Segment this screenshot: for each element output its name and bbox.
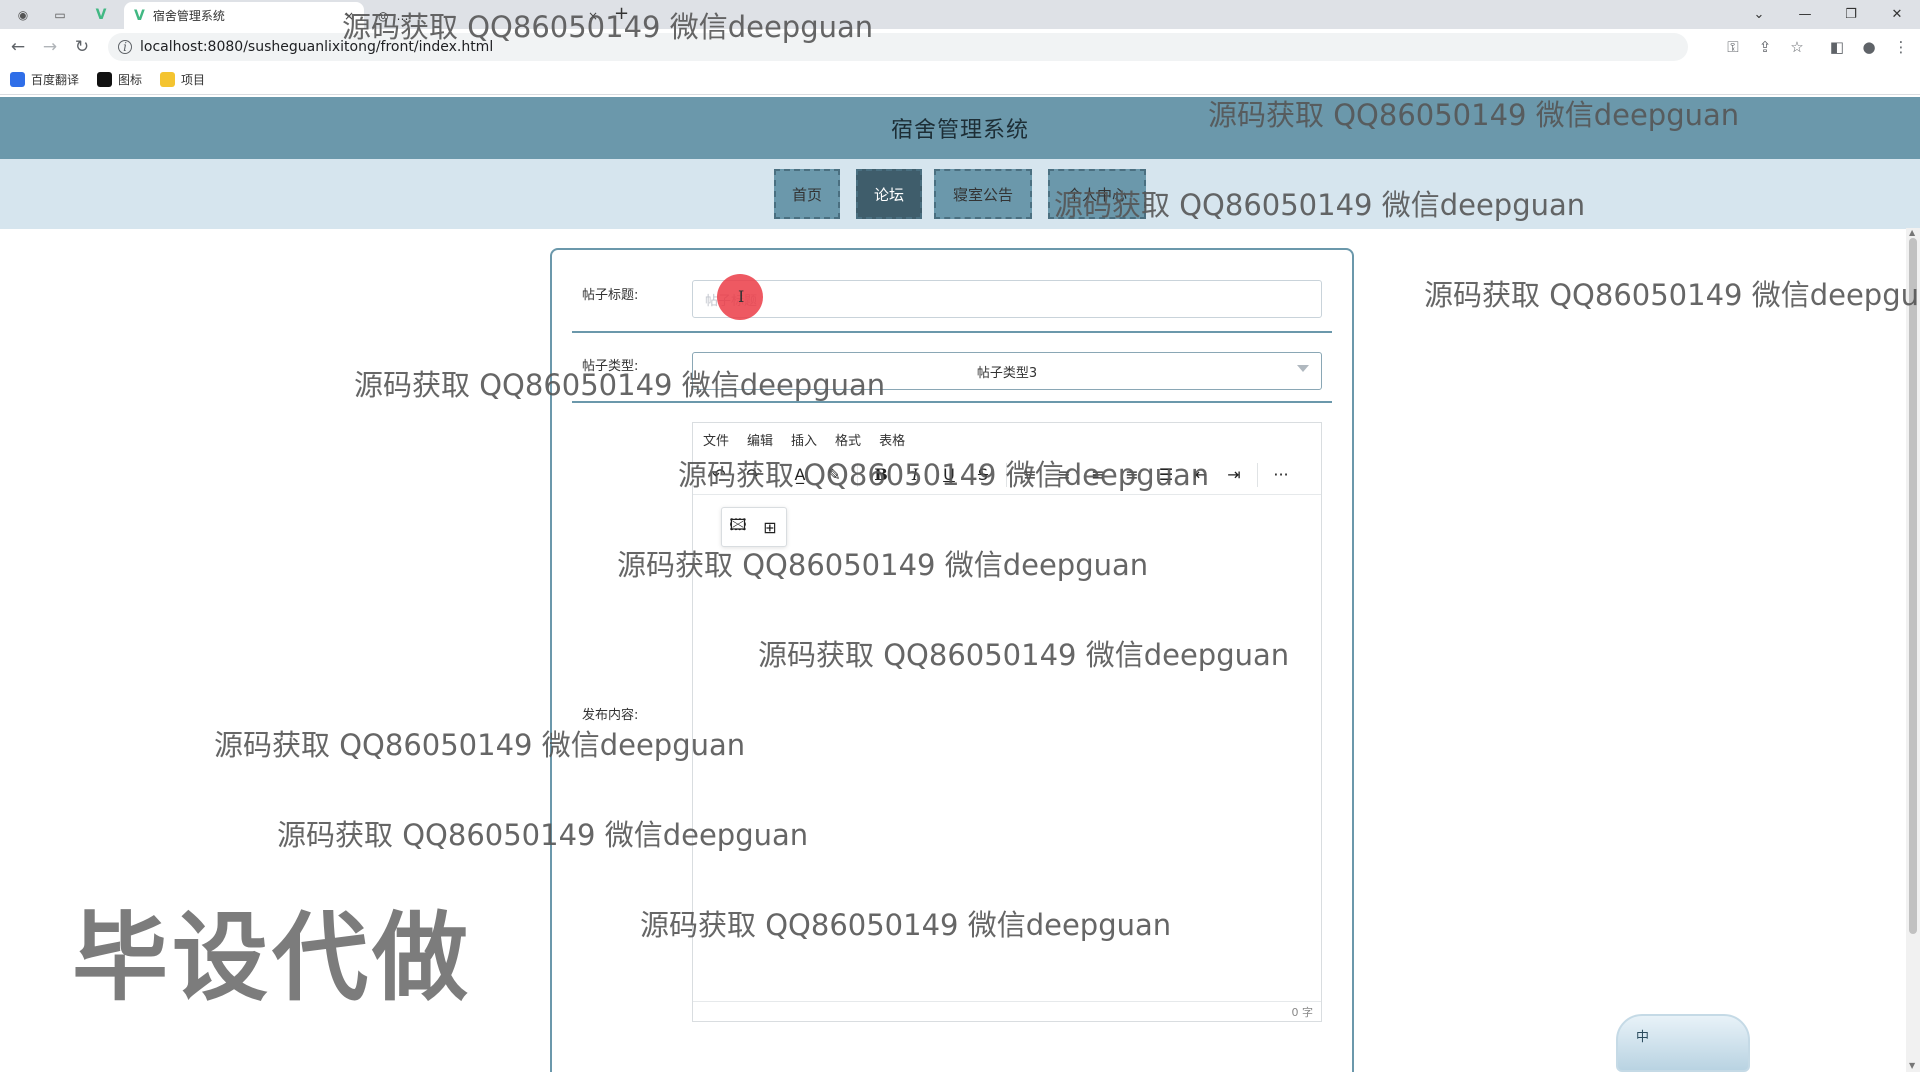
page-scrollbar[interactable]: ▲ ▼	[1906, 228, 1920, 1072]
editor-statusbar: 0 字	[693, 1001, 1321, 1021]
watermark: 源码获取 QQ86050149 微信deepguan	[1208, 98, 1740, 132]
bookmarks-bar: 百度翻译 图标 项目	[0, 65, 1920, 95]
editor-overflow-toolbar: 🖾 ⊞	[721, 507, 787, 547]
tab-active[interactable]: V 宿舍管理系统 ×	[124, 2, 364, 29]
indent-icon[interactable]: ⇥	[1220, 461, 1248, 489]
restore-icon[interactable]: ❐	[1828, 0, 1874, 29]
side-panel-icon[interactable]: ◧	[1824, 35, 1850, 59]
share-icon[interactable]: ⇪	[1752, 35, 1778, 59]
bookmark-item-baidu-translate[interactable]: 百度翻译	[10, 71, 79, 88]
bookmark-item-icons[interactable]: 图标	[97, 71, 142, 88]
bookmark-label: 项目	[181, 73, 206, 87]
image-icon	[97, 72, 113, 87]
title-label: 帖子标题:	[582, 288, 639, 303]
scrollbar-thumb[interactable]	[1909, 238, 1917, 934]
chevron-down-icon[interactable]	[1297, 365, 1309, 372]
translate-icon	[10, 72, 25, 87]
insert-table-icon[interactable]: ⊞	[756, 513, 784, 541]
watermark: 源码获取 QQ86050149 微信deepguan	[678, 458, 1210, 492]
more-tools-icon[interactable]: ···	[1267, 461, 1295, 489]
row-divider	[572, 331, 1332, 333]
menu-format[interactable]: 格式	[835, 430, 861, 449]
minimize-icon[interactable]: —	[1782, 0, 1828, 29]
site-info-icon[interactable]: i	[118, 40, 132, 54]
nav-forum[interactable]: 论坛	[856, 169, 922, 219]
close-window-icon[interactable]: ✕	[1874, 0, 1920, 29]
site-nav: 首页 论坛 寝室公告 个人中心	[0, 159, 1920, 229]
insert-image-icon[interactable]: 🖾	[724, 513, 752, 541]
window-controls: ⌄ — ❐ ✕	[1736, 0, 1920, 29]
forward-icon[interactable]: →	[38, 35, 62, 59]
menu-insert[interactable]: 插入	[791, 430, 817, 449]
tab-title: 宿舍管理系统	[152, 9, 225, 23]
menu-file[interactable]: 文件	[703, 430, 729, 449]
bookmark-star-icon[interactable]: ☆	[1784, 35, 1810, 59]
watermark: 源码获取 QQ86050149 微信deepguan	[1054, 188, 1586, 222]
title-input[interactable]: 帖子标题	[692, 280, 1322, 318]
ime-widget[interactable]: 中	[1616, 1014, 1750, 1072]
back-icon[interactable]: ←	[6, 35, 30, 59]
nav-dorm-notice[interactable]: 寝室公告	[934, 169, 1032, 219]
address-bar-row: ← → ↻ i localhost:8080/susheguanlixitong…	[0, 29, 1920, 65]
content-label: 发布内容:	[582, 708, 639, 723]
watermark: 源码获取 QQ86050149 微信deepguan	[277, 818, 809, 852]
blank-tab-icon[interactable]: ▭	[44, 4, 76, 26]
tab-search-icon[interactable]: ⌄	[1736, 0, 1782, 29]
menu-table[interactable]: 表格	[879, 430, 905, 449]
big-watermark: 毕设代做	[72, 902, 472, 1014]
toolbar-separator	[1257, 462, 1258, 487]
bookmark-label: 图标	[118, 73, 143, 87]
editor-menubar: 文件 编辑 插入 格式 表格	[693, 423, 1321, 455]
bookmark-label: 百度翻译	[31, 73, 80, 87]
watermark: 源码获取 QQ86050149 微信deepgu	[1424, 278, 1919, 312]
ime-mode-label: 中	[1636, 1030, 1650, 1045]
type-select-value: 帖子类型3	[976, 365, 1038, 381]
watermark: 源码获取 QQ86050149 微信deepguan	[354, 368, 886, 402]
key-icon[interactable]: ⚿	[1720, 35, 1746, 59]
vue-favicon-icon: V	[134, 7, 145, 24]
folder-icon	[160, 72, 176, 87]
reload-icon[interactable]: ↻	[70, 35, 94, 59]
watermark: 源码获取 QQ86050149 微信deepguan	[617, 548, 1149, 582]
watermark: 源码获取 QQ86050149 微信deepguan	[342, 10, 874, 44]
scroll-down-icon[interactable]: ▼	[1909, 1061, 1915, 1070]
text-cursor-icon: I	[738, 287, 745, 306]
tab-strip: ◉ ▭ V V 宿舍管理系统 × ◎ … × + ⌄ — ❐ ✕	[0, 0, 1920, 29]
watermark: 源码获取 QQ86050149 微信deepguan	[640, 908, 1172, 942]
nav-home[interactable]: 首页	[774, 169, 840, 219]
bookmark-item-projects[interactable]: 项目	[160, 71, 205, 88]
scroll-up-icon[interactable]: ▲	[1909, 228, 1915, 237]
watermark: 源码获取 QQ86050149 微信deepguan	[214, 728, 746, 762]
browser-window: ◉ ▭ V V 宿舍管理系统 × ◎ … × + ⌄ — ❐ ✕ ← → ↻ i…	[0, 0, 1920, 1072]
profile-avatar-icon[interactable]: ●	[1856, 35, 1882, 59]
site-title: 宿舍管理系统	[890, 118, 1029, 143]
watermark: 源码获取 QQ86050149 微信deepguan	[758, 638, 1290, 672]
menu-edit[interactable]: 编辑	[747, 430, 773, 449]
more-menu-icon[interactable]: ⋮	[1888, 35, 1914, 59]
word-count: 0 字	[1291, 1005, 1314, 1019]
vue-tab-icon[interactable]: V	[90, 4, 112, 26]
chrome-icon[interactable]: ◉	[12, 4, 34, 26]
